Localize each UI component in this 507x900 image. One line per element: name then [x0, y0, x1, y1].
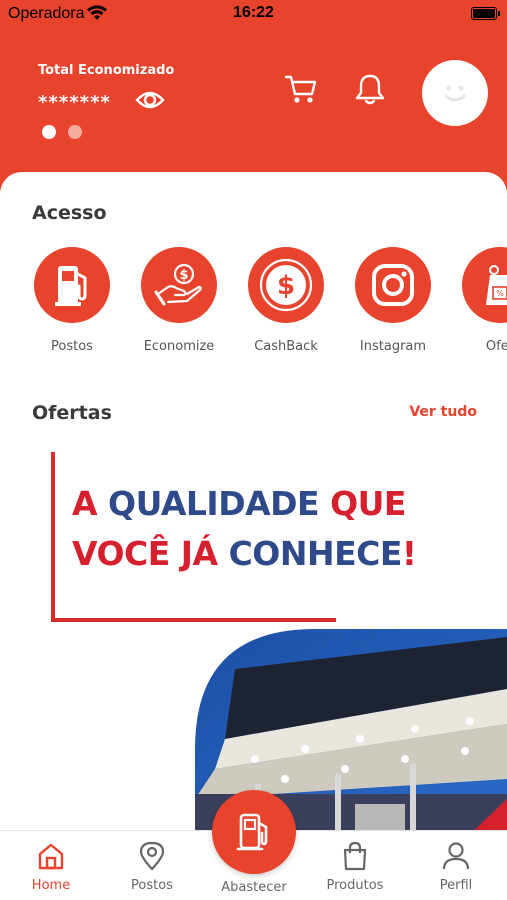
savings-label: Total Economizado	[38, 63, 175, 78]
tab-label: Home	[31, 878, 71, 893]
shortcut-economize[interactable]: $ Economize	[124, 247, 234, 354]
see-all-link[interactable]: Ver tudo	[409, 404, 477, 420]
bell-icon[interactable]	[354, 72, 386, 106]
instagram-icon	[372, 264, 414, 306]
svg-text:$: $	[179, 268, 188, 283]
savings-value: *******	[38, 92, 111, 113]
smiley-icon	[444, 85, 466, 102]
shortcut-postos[interactable]: Postos	[17, 247, 127, 354]
svg-text:$: $	[277, 271, 295, 301]
banner-headline-line2: VOCÊ JÁ CONHECE!	[72, 534, 417, 573]
shortcut-cashback[interactable]: $ CashBack	[231, 247, 341, 354]
clock: 16:22	[233, 4, 274, 21]
home-icon	[38, 843, 64, 870]
price-tag-icon: %	[486, 265, 507, 305]
tab-produtos[interactable]: Produtos	[310, 841, 400, 893]
acesso-shortcuts[interactable]: Postos $ Economize $ CashBack Instagram …	[0, 247, 507, 367]
battery-icon	[471, 7, 500, 20]
shortcut-label: Economize	[143, 339, 215, 354]
cart-icon[interactable]	[284, 73, 318, 105]
shortcut-label: CashBack	[254, 339, 318, 354]
tab-label: Perfil	[439, 878, 473, 893]
tab-home[interactable]: Home	[6, 841, 96, 893]
tab-label-abastecer: Abastecer	[221, 880, 287, 895]
carousel-dot-active[interactable]	[42, 125, 56, 139]
acesso-title: Acesso	[32, 202, 107, 224]
tab-label: Postos	[131, 878, 173, 893]
shortcut-instagram[interactable]: Instagram	[338, 247, 448, 354]
money-hand-icon: $	[154, 263, 202, 306]
shortcut-ofertas[interactable]: % Ofer	[445, 247, 507, 354]
banner-frame	[51, 452, 55, 622]
svg-text:%: %	[496, 289, 504, 298]
tab-label: Produtos	[326, 878, 384, 893]
offer-banner[interactable]: A QUALIDADE QUE VOCÊ JÁ CONHECE!	[0, 442, 507, 832]
user-icon	[442, 842, 470, 870]
shortcut-label: Ofer	[485, 339, 507, 354]
eye-icon[interactable]	[135, 88, 165, 112]
shopping-bag-icon	[343, 841, 367, 871]
fuel-pump-icon	[236, 813, 268, 851]
abastecer-button[interactable]	[212, 790, 296, 874]
status-bar: Operadora 16:22	[0, 0, 507, 30]
shortcut-label: Postos	[51, 339, 93, 354]
fuel-pump-icon	[55, 266, 87, 306]
carousel-dots	[42, 125, 82, 139]
location-pin-icon	[139, 841, 165, 871]
tab-postos[interactable]: Postos	[107, 841, 197, 893]
shortcut-label: Instagram	[359, 339, 427, 354]
carousel-dot[interactable]	[68, 125, 82, 139]
banner-frame	[51, 618, 336, 622]
banner-headline-line1: A QUALIDADE QUE	[72, 484, 406, 523]
tab-perfil[interactable]: Perfil	[411, 841, 501, 893]
dollar-coin-icon: $	[259, 258, 313, 312]
ofertas-title: Ofertas	[32, 402, 112, 424]
avatar[interactable]	[422, 60, 488, 126]
